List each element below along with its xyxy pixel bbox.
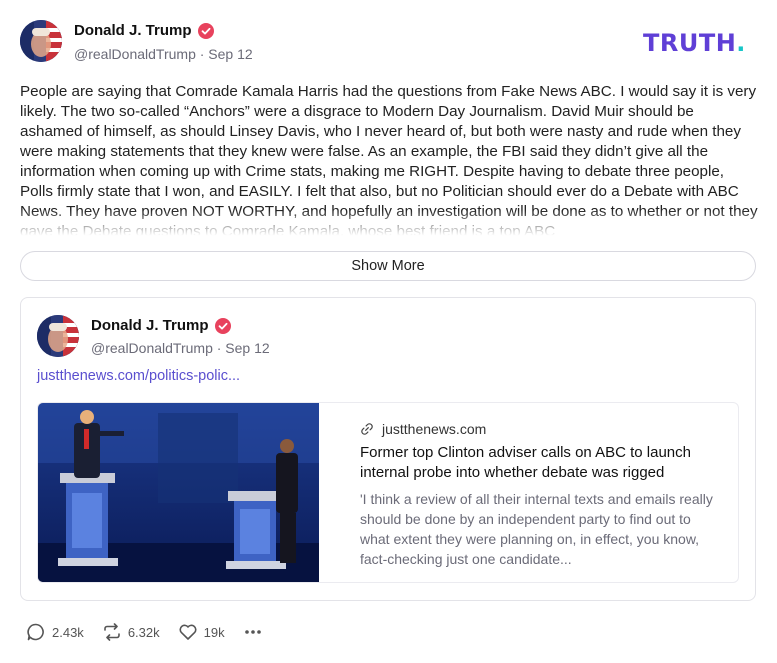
logo-text: TRUTH bbox=[643, 29, 737, 57]
quoted-post-link[interactable]: justthenews.com/politics-polic... bbox=[37, 368, 240, 384]
verified-badge-icon bbox=[197, 22, 214, 39]
preview-title[interactable]: Former top Clinton adviser calls on ABC … bbox=[360, 443, 720, 483]
like-icon bbox=[179, 624, 197, 640]
more-icon bbox=[244, 630, 261, 634]
quoted-author-name[interactable]: Donald J. Trump bbox=[91, 317, 231, 334]
quoted-author-avatar[interactable] bbox=[37, 315, 79, 357]
author-name[interactable]: Donald J. Trump bbox=[74, 22, 214, 39]
quoted-author-handle-date: @realDonaldTrump · Sep 12 bbox=[91, 340, 270, 356]
preview-domain: justthenews.com bbox=[360, 421, 486, 437]
reply-button[interactable]: 2.43k bbox=[26, 622, 84, 642]
show-more-button[interactable]: Show More bbox=[20, 251, 756, 281]
post-text: People are saying that Comrade Kamala Ha… bbox=[20, 83, 758, 238]
author-avatar[interactable] bbox=[20, 20, 62, 62]
more-options-button[interactable] bbox=[243, 622, 263, 642]
preview-description: 'I think a review of all their internal … bbox=[360, 491, 713, 567]
link-icon bbox=[361, 423, 373, 435]
logo-dot: . bbox=[736, 29, 746, 57]
link-preview-card[interactable]: justthenews.com Former top Clinton advis… bbox=[37, 402, 739, 583]
action-bar: 2.43k 6.32k 19k bbox=[26, 622, 263, 642]
reply-count: 2.43k bbox=[52, 624, 84, 640]
retruth-button[interactable]: 6.32k bbox=[102, 622, 160, 642]
author-handle-date: @realDonaldTrump · Sep 12 bbox=[74, 46, 253, 62]
author-name-text[interactable]: Donald J. Trump bbox=[74, 22, 192, 39]
quoted-author-name-text[interactable]: Donald J. Trump bbox=[91, 317, 209, 334]
truth-logo[interactable]: TRUTH. bbox=[643, 29, 746, 57]
verified-badge-icon bbox=[214, 317, 231, 334]
like-count: 19k bbox=[203, 624, 225, 640]
preview-image bbox=[38, 403, 319, 582]
retruth-count: 6.32k bbox=[127, 624, 160, 640]
preview-domain-text: justthenews.com bbox=[382, 421, 487, 437]
retruth-icon bbox=[104, 623, 120, 641]
like-button[interactable]: 19k bbox=[178, 622, 225, 642]
reply-icon bbox=[27, 623, 44, 641]
